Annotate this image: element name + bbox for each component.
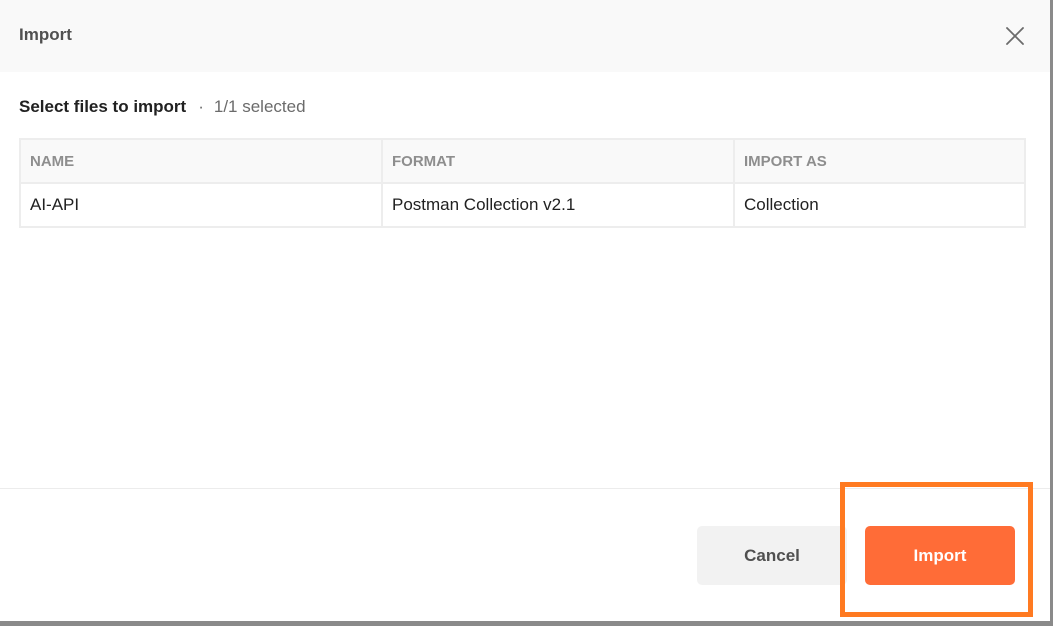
dialog-title: Import [19, 25, 72, 44]
separator-dot: · [198, 97, 204, 116]
table-row: AI-API Postman Collection v2.1 Collectio… [19, 182, 1026, 228]
table-header-row: NAME FORMAT IMPORT AS [19, 138, 1026, 184]
close-button[interactable] [1001, 22, 1029, 50]
dialog-header: Import [0, 0, 1050, 72]
column-header-format: FORMAT [381, 138, 735, 184]
cell-import-as: Collection [733, 182, 1026, 228]
selected-count: 1/1 selected [213, 97, 306, 116]
files-table: NAME FORMAT IMPORT AS AI-API Postman Col… [19, 138, 1026, 228]
close-icon [1006, 27, 1024, 45]
import-dialog: Import Select files to import · 1/1 select… [0, 0, 1053, 626]
cancel-button[interactable]: Cancel [697, 526, 847, 585]
selection-summary: Select files to import · 1/1 selected [19, 97, 306, 117]
import-button[interactable]: Import [865, 526, 1015, 585]
column-header-import-as: IMPORT AS [733, 138, 1026, 184]
cell-name: AI-API [19, 182, 383, 228]
select-files-label: Select files to import [19, 97, 187, 116]
cell-format: Postman Collection v2.1 [381, 182, 735, 228]
column-header-name: NAME [19, 138, 383, 184]
